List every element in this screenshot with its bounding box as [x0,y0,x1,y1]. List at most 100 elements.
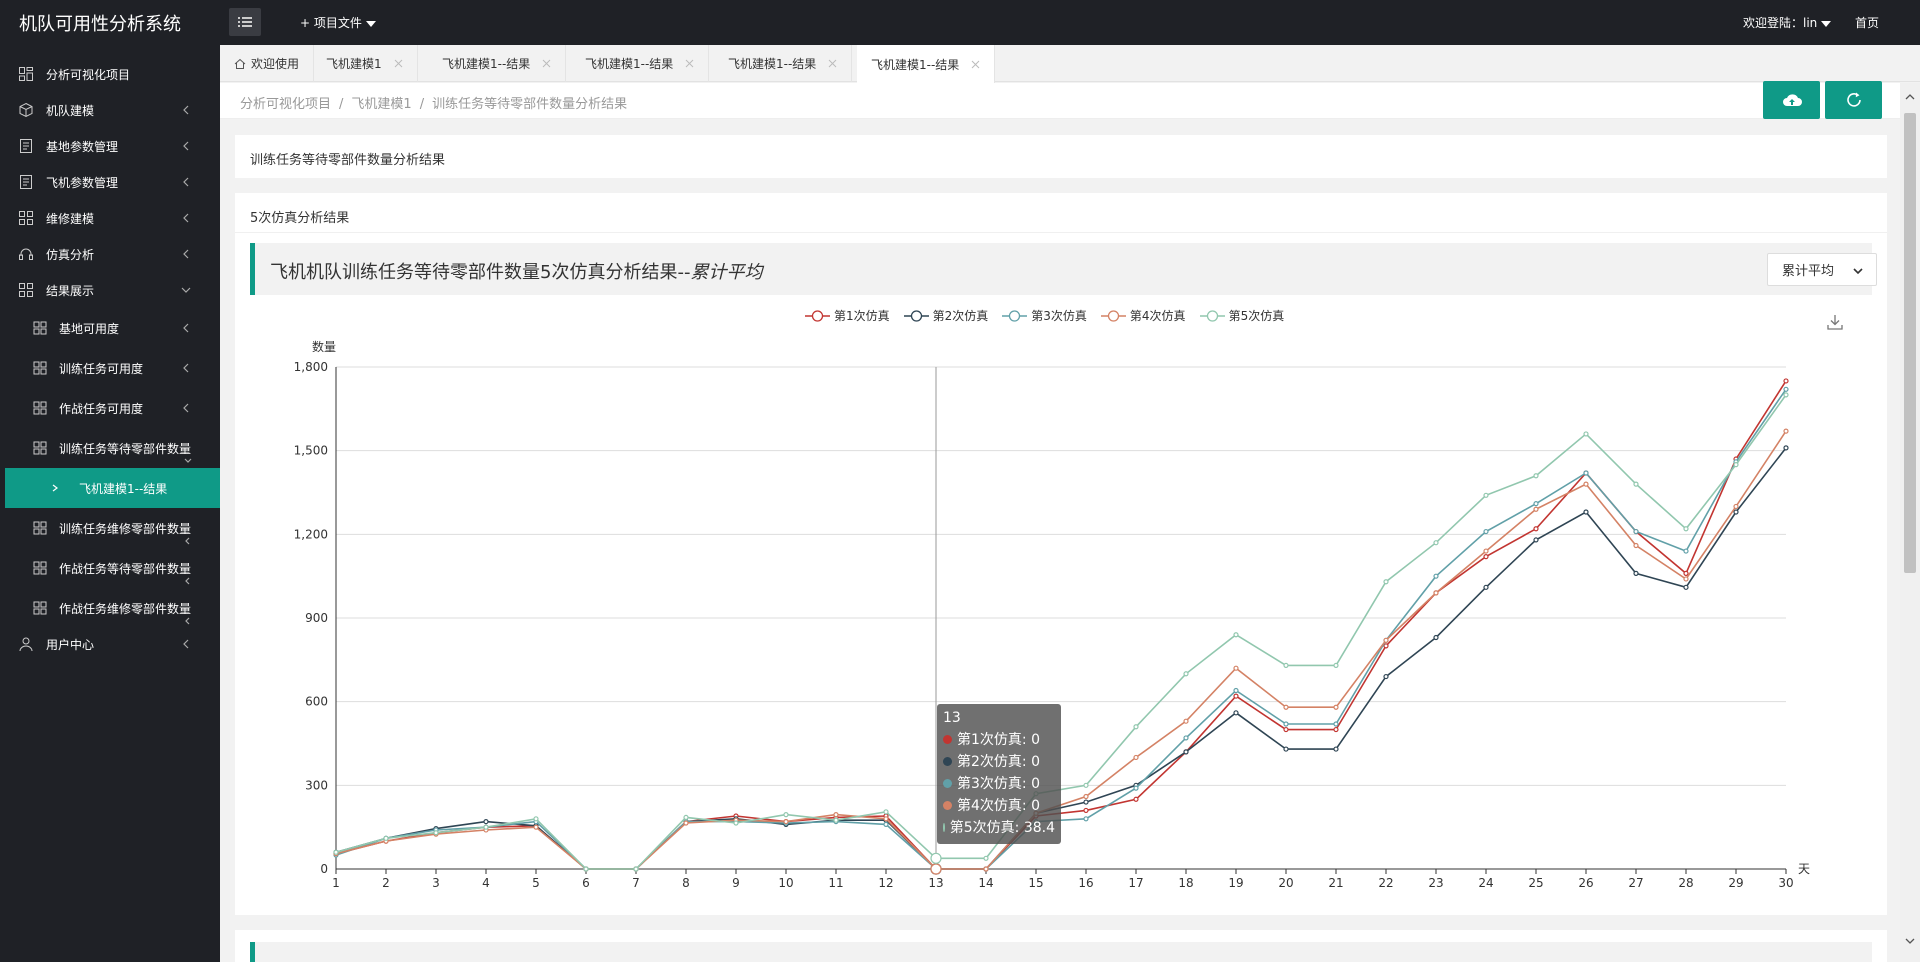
data-point [483,824,489,830]
download-icon[interactable] [1826,313,1844,331]
data-point [1683,548,1689,554]
tab-model1-result-4[interactable]: 飞机建模1--结果 [857,45,996,83]
tooltip-row: 第3次仿真: 0 [943,772,1055,794]
sidebar-item-simulation[interactable]: 仿真分析 [0,237,220,271]
chevron-left-icon [183,141,189,151]
data-point [583,866,589,872]
data-point [1083,782,1089,788]
data-point [1283,721,1289,727]
tab-model1[interactable]: 飞机建模1 [312,45,418,82]
tooltip-row-text: 第1次仿真: 0 [957,732,1040,748]
data-point [1783,392,1789,398]
data-point [683,814,689,821]
data-point [383,835,389,841]
chevron-left-icon [183,105,189,115]
home-link[interactable]: 首页 [1855,14,1879,31]
x-tick-label: 25 [1528,876,1543,890]
tooltip-row-text: 第2次仿真: 0 [957,754,1040,770]
sidebar-item-aircraft-params[interactable]: 飞机参数管理 [0,165,220,199]
chart-tooltip: 13 第1次仿真: 0 第2次仿真: 0 第3次仿真: 0 第4次仿真: 0 第… [937,704,1061,844]
sidebar-item-projects[interactable]: 分析可视化项目 [0,57,220,91]
x-tick-label: 21 [1328,876,1343,890]
grid-icon [33,361,47,375]
data-point [1233,687,1239,694]
x-tick-label: 2 [382,876,390,890]
data-point [1733,509,1739,515]
chevron-right-icon [52,484,58,492]
x-tick-label: 12 [878,876,893,890]
data-point [1533,506,1539,512]
data-point [1383,643,1389,649]
refresh-button[interactable] [1825,81,1882,119]
series-line-3 [335,388,1787,870]
close-icon[interactable] [685,59,694,68]
sidebar-item-training-availability[interactable]: 训练任务可用度 [0,351,220,385]
sidebar-item-model1-result[interactable]: 飞机建模1--结果 [5,468,220,508]
sidebar-item-training-repair-parts[interactable]: 训练任务维修零部件数量 [0,511,220,545]
data-point [1233,665,1239,671]
close-icon[interactable] [971,60,980,69]
breadcrumb-item[interactable]: 分析可视化项目 [240,97,331,112]
chevron-left-icon [183,363,189,373]
headset-icon [19,248,33,260]
chevron-left-icon [183,213,189,223]
data-point [1083,807,1089,814]
series-line-4 [335,430,1787,870]
tab-model1-result-3[interactable]: 飞机建模1--结果 [714,45,853,82]
data-point [1333,746,1339,752]
data-point [633,866,639,872]
user-menu[interactable]: 欢迎登陆：lin [1743,14,1832,31]
x-tick-label: 19 [1228,876,1243,890]
data-point [483,818,489,825]
data-point [1583,509,1589,515]
sidebar-item-maintenance-model[interactable]: 维修建模 [0,201,220,235]
menu-toggle-button[interactable] [229,8,261,36]
sidebar-item-results[interactable]: 结果展示 [0,273,220,307]
sidebar-item-combat-repair-parts[interactable]: 作战任务维修零部件数量 [0,591,220,625]
tooltip-row-text: 第4次仿真: 0 [957,798,1040,814]
top-bar: 机队可用性分析系统 + 项目文件 欢迎登陆：lin 首页 [0,0,1920,45]
data-point [1133,785,1139,791]
data-point [433,830,439,836]
data-point [833,817,839,823]
sidebar-item-training-waiting-parts[interactable]: 训练任务等待零部件数量 [0,431,220,465]
y-tick-label: 1,200 [294,527,328,541]
panel-header: 5次仿真分析结果 [235,193,1887,233]
section-header-card: 训练任务等待零部件数量分析结果 [235,135,1887,178]
scroll-up-icon[interactable] [1905,93,1915,101]
sidebar-item-label: 训练任务可用度 [59,361,144,376]
data-point [1233,632,1239,638]
data-point [1283,662,1289,669]
sidebar-item-label: 机队建模 [46,103,95,118]
tooltip-row: 第4次仿真: 0 [943,794,1055,816]
breadcrumb-item[interactable]: 飞机建模1 [351,97,411,112]
close-icon[interactable] [394,59,403,68]
close-icon[interactable] [828,59,837,68]
close-icon[interactable] [542,59,551,68]
x-tick-label: 6 [582,876,590,890]
x-tick-label: 28 [1678,876,1693,890]
tooltip-row: 第2次仿真: 0 [943,750,1055,772]
sidebar-item-base-params[interactable]: 基地参数管理 [0,129,220,163]
x-tick-label: 1 [332,876,340,890]
scroll-thumb[interactable] [1904,113,1916,573]
tab-model1-result-1[interactable]: 飞机建模1--结果 [428,45,567,82]
sidebar-item-base-availability[interactable]: 基地可用度 [0,311,220,345]
scroll-down-icon[interactable] [1905,937,1915,945]
chart-heading-text: 飞机机队训练任务等待零部件数量5次仿真分析结果-- [270,262,691,283]
sidebar-item-combat-waiting-parts[interactable]: 作战任务等待零部件数量 [0,551,220,585]
sidebar-item-user-center[interactable]: 用户中心 [0,627,220,661]
aggregation-select[interactable]: 累计平均 [1767,253,1877,286]
tab-model1-result-2[interactable]: 飞机建模1--结果 [571,45,710,82]
x-tick-label: 26 [1578,876,1593,890]
sidebar-item-combat-availability[interactable]: 作战任务可用度 [0,391,220,425]
tab-welcome[interactable]: 欢迎使用 [220,45,315,82]
data-point [1683,526,1689,532]
page-scrollbar[interactable] [1900,83,1920,962]
sidebar-item-fleet-model[interactable]: 机队建模 [0,93,220,127]
project-file-menu[interactable]: + 项目文件 [300,14,376,31]
series-dot [943,822,945,832]
upload-button[interactable] [1763,81,1820,119]
y-tick-label: 0 [320,862,328,876]
sidebar-item-label: 飞机参数管理 [46,175,119,190]
